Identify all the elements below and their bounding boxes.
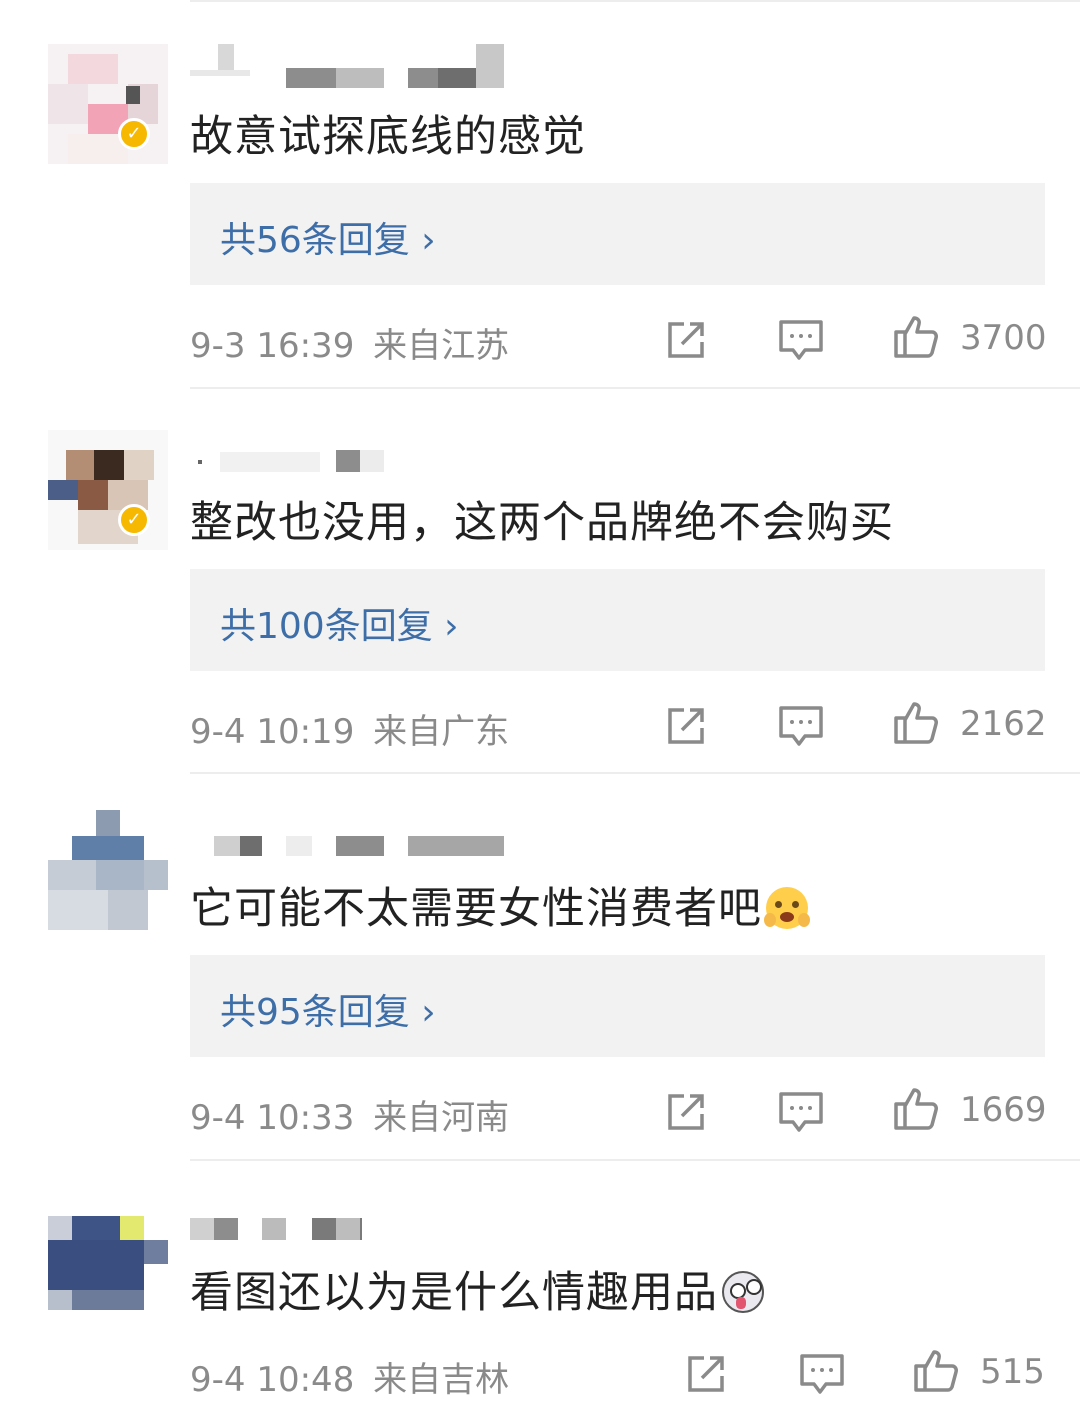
comment-text: 整改也没用，这两个品牌绝不会购买: [190, 498, 894, 548]
divider: [190, 387, 1080, 389]
view-replies-link[interactable]: 共100条回复 ›: [220, 597, 459, 649]
face-with-hands-emoji: [764, 887, 810, 929]
view-replies-link[interactable]: 共95条回复 ›: [220, 983, 436, 1035]
comment-icon[interactable]: [777, 316, 825, 364]
avatar[interactable]: [48, 430, 168, 550]
view-replies-link[interactable]: 共56条回复 ›: [220, 211, 436, 263]
reply-box[interactable]: 共100条回复 ›: [190, 569, 1045, 671]
share-icon[interactable]: [662, 1088, 710, 1136]
comment-meta: 9-4 10:33 来自河南: [190, 1090, 509, 1139]
divider: [190, 1159, 1080, 1161]
comment-text: 它可能不太需要女性消费者吧: [190, 874, 810, 936]
avatar[interactable]: [48, 1196, 168, 1316]
like-count: 3700: [960, 318, 1047, 358]
thumbs-up-icon[interactable]: [892, 1084, 940, 1132]
comment-time: 9-4 10:19: [190, 712, 355, 752]
comment-time: 9-4 10:33: [190, 1098, 355, 1138]
comment-text: 看图还以为是什么情趣用品: [190, 1258, 764, 1320]
comment-meta: 9-3 16:39 来自江苏: [190, 318, 509, 367]
like-count: 2162: [960, 704, 1047, 744]
comment-location: 来自广东: [373, 712, 510, 752]
comment-location: 来自吉林: [373, 1360, 510, 1400]
comment-meta: 9-4 10:48 来自吉林: [190, 1352, 509, 1401]
comment-location: 来自江苏: [373, 326, 510, 366]
verified-badge-icon: ✓: [118, 118, 150, 150]
comment-time: 9-3 16:39: [190, 326, 355, 366]
comment-time: 9-4 10:48: [190, 1360, 355, 1400]
comment-meta: 9-4 10:19 来自广东: [190, 704, 509, 753]
reply-box[interactable]: 共95条回复 ›: [190, 955, 1045, 1057]
comment-icon[interactable]: [798, 1350, 846, 1398]
comment-location: 来自河南: [373, 1098, 510, 1138]
avatar[interactable]: [48, 44, 168, 164]
thumbs-up-icon[interactable]: [912, 1346, 960, 1394]
comment-text: 故意试探底线的感觉: [190, 112, 586, 162]
share-icon[interactable]: [662, 702, 710, 750]
avatar[interactable]: [48, 810, 168, 930]
thumbs-up-icon[interactable]: [892, 698, 940, 746]
divider: [190, 772, 1080, 774]
share-icon[interactable]: [662, 316, 710, 364]
thumbs-up-icon[interactable]: [892, 312, 940, 360]
divider: [190, 0, 1080, 2]
like-count: 1669: [960, 1090, 1047, 1130]
reply-box[interactable]: 共56条回复 ›: [190, 183, 1045, 285]
share-icon[interactable]: [682, 1350, 730, 1398]
like-count: 515: [980, 1352, 1045, 1392]
comment-icon[interactable]: [777, 702, 825, 750]
comment-icon[interactable]: [777, 1088, 825, 1136]
verified-badge-icon: ✓: [118, 504, 150, 536]
crazy-face-emoji: [722, 1271, 764, 1313]
